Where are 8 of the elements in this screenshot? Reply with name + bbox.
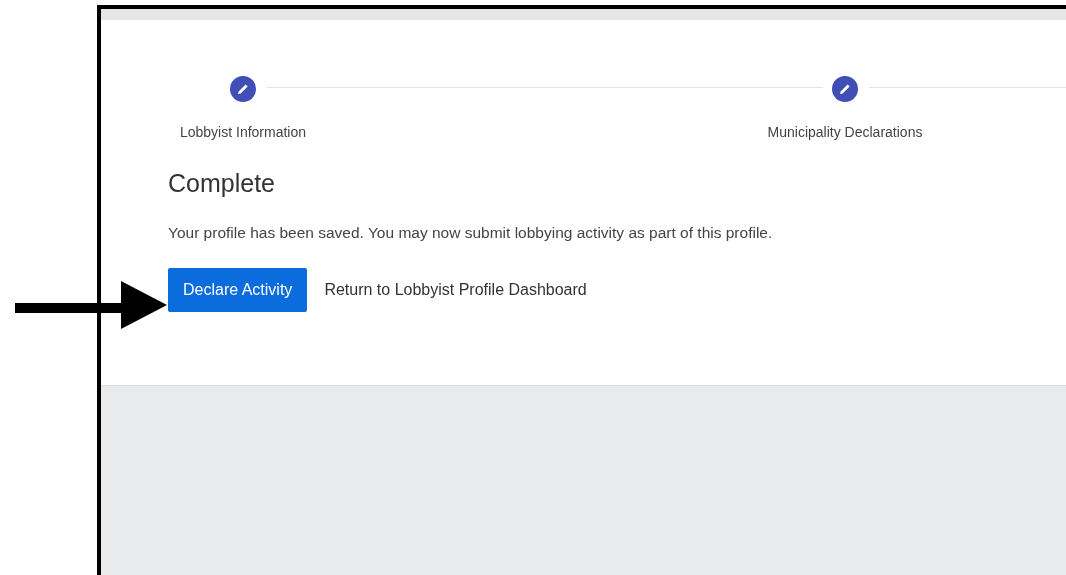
- confirmation-message: Your profile has been saved. You may now submit lobbying activity as part of this profile.: [168, 224, 774, 242]
- pencil-icon[interactable]: [832, 76, 858, 102]
- step-label: Lobbyist Information: [179, 124, 307, 140]
- declare-activity-button[interactable]: Declare Activity: [168, 268, 308, 312]
- page-heading: Complete: [168, 169, 276, 198]
- dashboard-link[interactable]: Return to Lobbyist Profile Dashboard: [324, 281, 587, 299]
- step-label: Municipality Declarations: [767, 124, 923, 140]
- pencil-icon[interactable]: [230, 76, 256, 102]
